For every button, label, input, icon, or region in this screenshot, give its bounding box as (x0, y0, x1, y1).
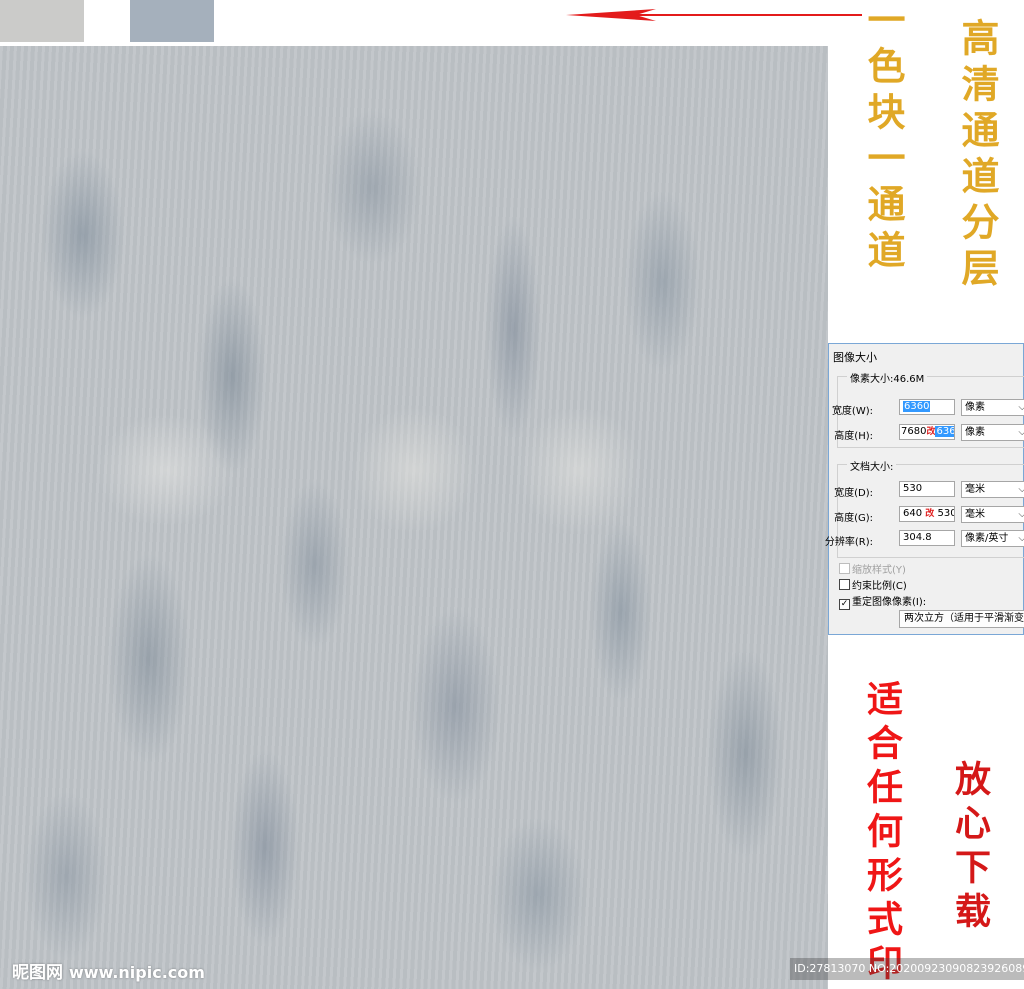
width-input[interactable]: 6360 (899, 399, 955, 415)
color-swatch-2 (130, 0, 214, 42)
doc-height-old: 640 (903, 508, 923, 519)
doc-width-unit-select[interactable]: 毫米 ⌵ (961, 481, 1024, 498)
annotation-red-right: 放心下载 (949, 760, 991, 936)
logo-text: 昵图网 (12, 963, 63, 983)
width-unit: 像素 (965, 402, 985, 413)
width-value: 6360 (903, 401, 931, 412)
resample-method-select[interactable]: 两次立方（适用于平滑渐变 (899, 610, 1024, 628)
height-unit: 像素 (965, 427, 985, 438)
chevron-down-icon: ⌵ (1018, 531, 1024, 546)
doc-width-label: 宽度(D): (834, 488, 873, 499)
resolution-unit: 像素/英寸 (965, 533, 1009, 544)
nipic-logo: 昵图网 www.nipic.com (12, 958, 205, 983)
checkmark-icon: ✓ (839, 599, 850, 610)
resample-label: 重定图像像素(I): (852, 597, 927, 608)
doc-height-edit-mark: 改 (925, 509, 935, 519)
image-size-dialog: 图像大小 像素大小:46.6M 宽度(W): 6360 像素 ⌵ 高度(H): 7… (825, 343, 1024, 635)
resolution-input[interactable]: 304.8 (899, 530, 955, 546)
doc-width-value: 530 (903, 483, 923, 494)
constrain-proportions-checkbox[interactable]: 约束比例(C) (839, 577, 907, 592)
logo-site: www.nipic.com (69, 963, 205, 982)
height-label: 高度(H): (834, 431, 873, 442)
doc-width-input[interactable]: 530 (899, 481, 955, 497)
scale-styles-checkbox[interactable]: 缩放样式(Y) (839, 561, 906, 576)
resample-checkbox[interactable]: ✓ 重定图像像素(I): (839, 593, 926, 610)
color-swatch-1 (0, 0, 84, 42)
constrain-label: 约束比例(C) (852, 581, 907, 592)
width-label: 宽度(W): (831, 406, 873, 417)
height-value-old: 7680 (901, 426, 927, 437)
checkbox-icon (839, 579, 850, 590)
dialog-title: 图像大小 (833, 351, 877, 364)
resolution-value: 304.8 (903, 532, 932, 543)
doc-height-unit: 毫米 (965, 509, 985, 520)
resolution-label: 分辨率(R): (824, 537, 873, 548)
annotation-red-left: 适合任何形式印 (861, 680, 903, 988)
doc-width-unit: 毫米 (965, 484, 985, 495)
scale-styles-label: 缩放样式(Y) (852, 565, 906, 576)
doc-height-unit-select[interactable]: 毫米 ⌵ (961, 506, 1024, 523)
doc-size-label: 文档大小: (847, 458, 897, 473)
height-input[interactable]: 7680改6360 (899, 424, 955, 440)
chevron-down-icon: ⌵ (1018, 507, 1024, 522)
image-id-text: ID:27813070 NO:20200923090823926089 (790, 958, 1024, 980)
width-unit-select[interactable]: 像素 ⌵ (961, 399, 1024, 416)
annotation-gold-right: 高清通道分层 (955, 18, 1000, 294)
height-value-new: 6360 (935, 426, 954, 437)
height-unit-select[interactable]: 像素 ⌵ (961, 424, 1024, 441)
chevron-down-icon: ⌵ (1018, 482, 1024, 497)
dialog-body: 像素大小:46.6M 宽度(W): 6360 像素⌵ 高度(H): 7680改6… (825, 366, 1024, 634)
checkbox-icon (839, 563, 850, 574)
resolution-unit-select[interactable]: 像素/英寸 ⌵ (961, 530, 1024, 547)
doc-height-label: 高度(G): (834, 513, 873, 524)
marble-texture-image (0, 46, 828, 989)
pixel-size-label: 像素大小:46.6M (847, 370, 928, 385)
chevron-down-icon: ⌵ (1018, 400, 1024, 415)
doc-height-input[interactable]: 640 改 530 (899, 506, 955, 522)
chevron-down-icon: ⌵ (1018, 425, 1024, 440)
doc-height-new: 530 (937, 508, 955, 519)
red-arrow-icon (566, 9, 862, 21)
annotation-gold-left: 一色块一通道 (861, 0, 906, 276)
